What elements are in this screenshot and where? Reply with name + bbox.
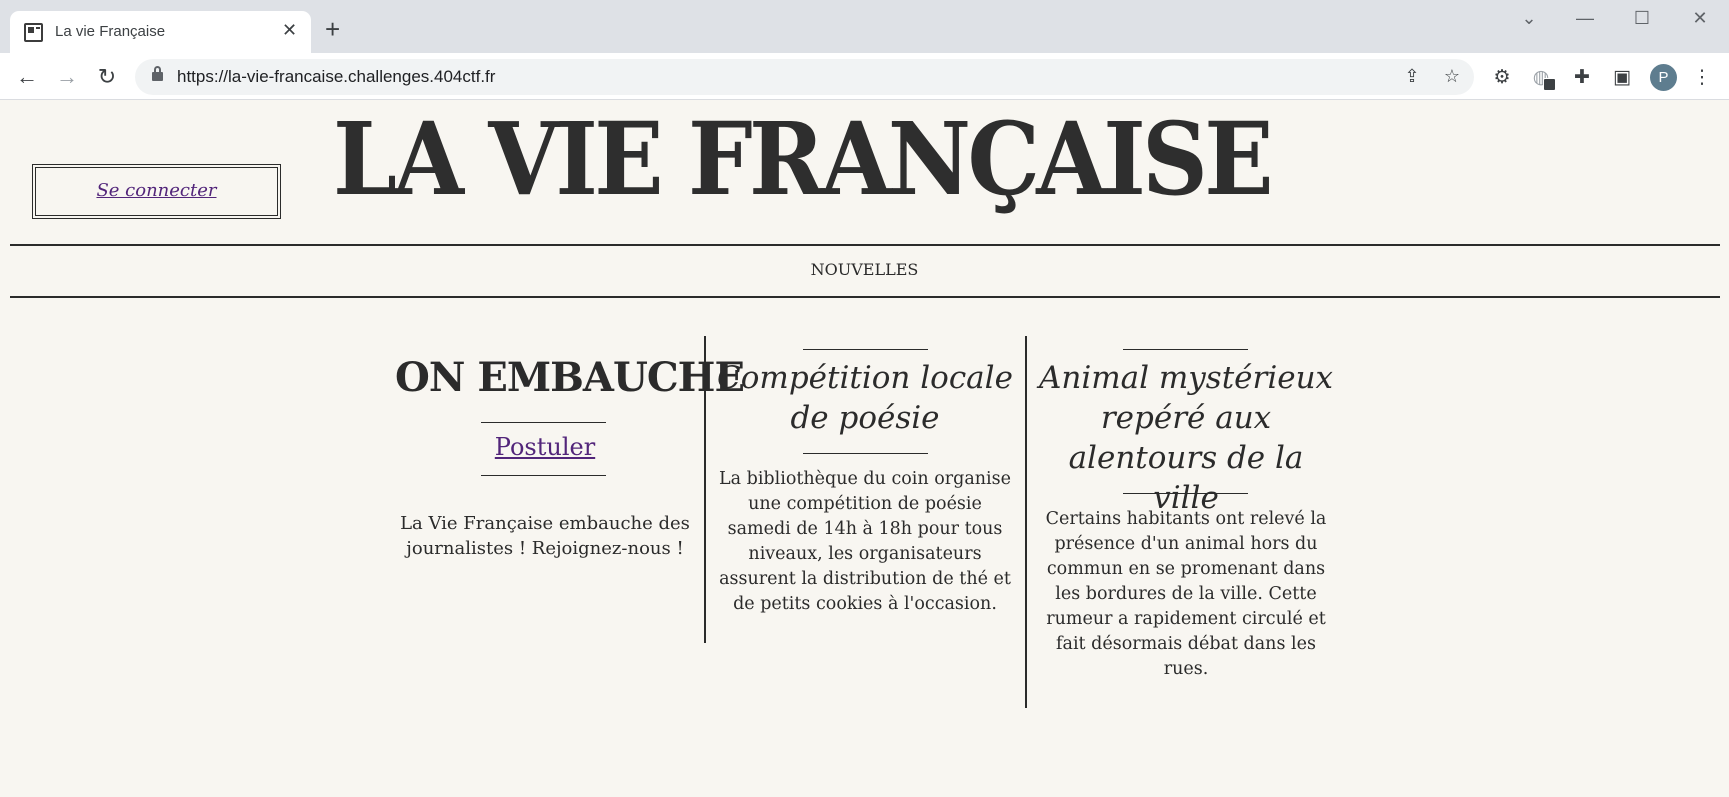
side-panel-icon[interactable]: ▣ — [1609, 64, 1635, 90]
share-icon[interactable]: ⇪ — [1400, 65, 1424, 89]
article-title: ON EMBAUCHE — [395, 354, 745, 401]
back-arrow-icon[interactable]: ← — [12, 62, 42, 92]
article-title: Animal mystérieux repéré aux alentours d… — [1038, 360, 1334, 516]
tab-title: La vie Française — [55, 23, 166, 40]
divider — [1123, 493, 1248, 494]
page-content: Se connecter LA VIE FRANÇAISE NOUVELLES … — [0, 101, 1729, 797]
menu-icon[interactable]: ⋮ — [1689, 64, 1715, 90]
header-rule-top — [10, 244, 1720, 246]
column-divider — [704, 336, 706, 643]
site-masthead: LA VIE FRANÇAISE — [333, 100, 1274, 218]
puzzle-icon[interactable]: ✚ — [1569, 64, 1595, 90]
apply-link[interactable]: Postuler — [395, 433, 695, 461]
new-tab-button[interactable]: + — [325, 16, 340, 42]
star-icon[interactable]: ☆ — [1440, 65, 1464, 89]
tab-search-icon[interactable]: ⌄ — [1509, 8, 1549, 32]
reload-icon[interactable]: ↻ — [92, 62, 122, 92]
maximize-icon[interactable]: ☐ — [1622, 8, 1662, 32]
article-body: La bibliothèque du coin organise une com… — [719, 469, 1011, 614]
browser-tab[interactable]: La vie Française ✕ — [10, 11, 311, 53]
browser-toolbar: ← → ↻ https://la-vie-francaise.challenge… — [0, 53, 1729, 100]
article-body: Certains habitants ont relevé la présenc… — [1045, 509, 1327, 679]
minimize-icon[interactable]: — — [1565, 8, 1605, 32]
divider — [803, 453, 928, 454]
column-divider — [1025, 336, 1027, 708]
forward-arrow-icon[interactable]: → — [52, 62, 82, 92]
address-bar[interactable]: https://la-vie-francaise.challenges.404c… — [135, 59, 1474, 95]
url-text[interactable]: https://la-vie-francaise.challenges.404c… — [177, 67, 495, 87]
divider — [481, 422, 606, 423]
tab-close-icon[interactable]: ✕ — [282, 20, 297, 41]
login-box: Se connecter — [32, 164, 281, 219]
nav-news-link[interactable]: NOUVELLES — [0, 260, 1729, 279]
divider — [481, 475, 606, 476]
divider — [803, 349, 928, 350]
article-title: Compétition locale de poésie — [717, 360, 1013, 436]
lock-icon[interactable] — [152, 66, 163, 81]
article-body: La Vie Française embauche des journalist… — [400, 513, 690, 559]
extension-gear-icon[interactable]: ⚙ — [1489, 64, 1515, 90]
extension-pause-badge-icon — [1543, 78, 1556, 91]
login-link[interactable]: Se connecter — [96, 180, 216, 201]
profile-avatar[interactable]: P — [1650, 64, 1677, 91]
divider — [1123, 349, 1248, 350]
browser-tab-strip: La vie Française ✕ + ⌄ — ☐ ✕ — [0, 0, 1729, 53]
header-rule-bottom — [10, 296, 1720, 298]
window-close-icon[interactable]: ✕ — [1680, 8, 1720, 32]
newspaper-favicon-icon — [24, 23, 43, 42]
